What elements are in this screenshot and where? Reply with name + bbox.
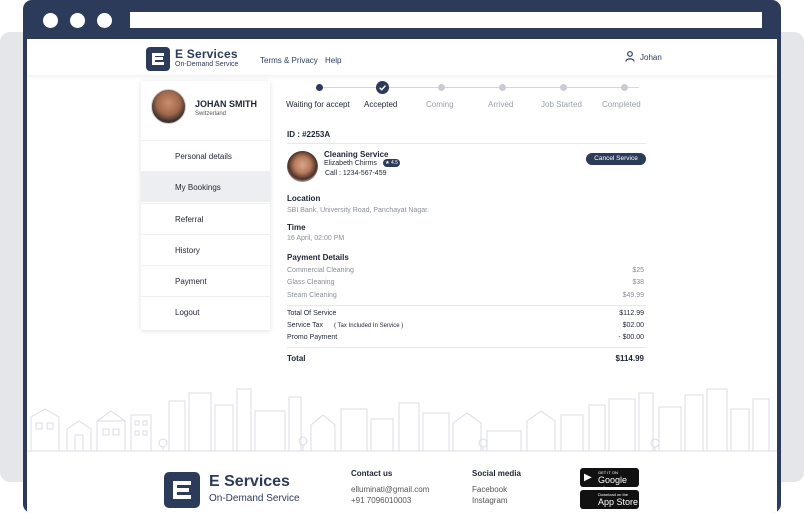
divider <box>287 305 646 306</box>
sidebar-item-referral[interactable]: Referral <box>141 203 270 234</box>
step-dot <box>499 84 506 91</box>
nav-help[interactable]: Help <box>325 56 341 65</box>
rating-value: 4.5 <box>390 160 398 166</box>
divider <box>287 143 646 144</box>
total-of-service-label: Total Of Service <box>287 310 337 317</box>
worker-phone[interactable]: Call : 1234-567-459 <box>325 170 387 177</box>
sidebar: JOHAN SMITH Switzerland Personal details… <box>141 81 270 330</box>
step-dot <box>438 84 445 91</box>
worker-name: Elizabeth Chirms <box>324 160 377 167</box>
user-icon[interactable] <box>625 51 635 62</box>
top-header: E Services On-Demand Service Terms & Pri… <box>27 39 777 75</box>
contact-email[interactable]: elluminati@gmail.com <box>351 485 429 494</box>
step-arrived: Arrived <box>488 100 514 109</box>
payment-details-label: Payment Details <box>287 253 349 262</box>
time-label: Time <box>287 223 306 232</box>
total-of-service-value: $112.99 <box>619 310 644 317</box>
service-tax-value: $02.00 <box>622 322 644 329</box>
profile-name: JOHAN SMITH <box>195 99 258 109</box>
service-tax-note: ( Tax Included In Service ) <box>334 323 404 329</box>
app-store-badge[interactable]: Download on the App Store <box>580 490 639 509</box>
sidebar-item-logout[interactable]: Logout <box>141 296 270 327</box>
window-dot <box>43 13 58 28</box>
step-completed: Completed <box>602 100 641 109</box>
social-heading: Social media <box>472 469 521 478</box>
service-tax-label: Service Tax <box>287 322 324 329</box>
contact-phone[interactable]: +91 7096010003 <box>351 496 411 505</box>
location-label: Location <box>287 194 321 203</box>
promo-value: - $00.00 <box>618 334 644 341</box>
location-value: SBI Bank, University Road, Panchayat Nag… <box>287 207 430 214</box>
step-accepted: Accepted <box>364 100 398 109</box>
total-label: Total <box>287 354 306 363</box>
total-value: $114.99 <box>615 354 644 363</box>
footer-brand-title: E Services <box>209 473 290 490</box>
footer-brand-subtitle: On-Demand Service <box>209 493 300 504</box>
sidebar-item-personal-details[interactable]: Personal details <box>141 140 270 171</box>
progress-line <box>319 87 639 88</box>
header-user-name[interactable]: Johan <box>640 53 662 62</box>
line-item-name: Glass Cleaning <box>287 279 335 286</box>
divider <box>287 347 646 348</box>
line-item-price: $49.99 <box>622 292 644 299</box>
window-dot <box>70 13 85 28</box>
page: E Services On-Demand Service Terms & Pri… <box>27 39 777 513</box>
nav-terms[interactable]: Terms & Privacy <box>260 56 318 65</box>
step-waiting: Waiting for accept <box>286 100 350 109</box>
line-item-price: $38 <box>632 279 644 286</box>
social-instagram[interactable]: Instagram <box>472 496 508 505</box>
play-icon: ▶ <box>584 472 592 483</box>
footer-logo-icon[interactable] <box>164 472 200 508</box>
footer: E Services On-Demand Service Contact us … <box>27 455 777 513</box>
browser-window: E Services On-Demand Service Terms & Pri… <box>23 0 781 513</box>
sidebar-item-payment[interactable]: Payment <box>141 265 270 296</box>
address-bar[interactable] <box>130 12 762 28</box>
google-play-badge[interactable]: ▶ GET IT ON Google play <box>580 468 639 495</box>
avatar <box>151 89 186 124</box>
social-facebook[interactable]: Facebook <box>472 485 507 494</box>
promo-label: Promo Payment <box>287 334 338 341</box>
profile-country: Switzerland <box>195 111 227 117</box>
contact-heading: Contact us <box>351 469 393 478</box>
brand-subtitle: On-Demand Service <box>175 61 239 68</box>
window-dot <box>97 13 112 28</box>
step-coming: Coming <box>426 100 454 109</box>
step-dot <box>560 84 567 91</box>
sidebar-item-my-bookings[interactable]: My Bookings <box>141 171 270 202</box>
logo-icon[interactable] <box>146 47 170 71</box>
time-value: 16 April, 02:00 PM <box>287 235 345 242</box>
line-item-name: Commercial Cleaning <box>287 267 354 274</box>
line-item-name: Steam Cleaning <box>287 292 337 299</box>
line-item-price: $25 <box>632 267 644 274</box>
step-dot <box>621 84 628 91</box>
brand-title: E Services <box>175 47 238 61</box>
sidebar-item-history[interactable]: History <box>141 234 270 265</box>
rating-badge: ★ 4.5 <box>383 159 400 167</box>
check-icon <box>376 81 389 94</box>
service-name: Cleaning Service <box>324 150 389 159</box>
booking-id: ID : #2253A <box>287 130 331 139</box>
worker-avatar <box>287 151 318 182</box>
step-dot <box>316 84 323 91</box>
city-skyline-illustration <box>27 388 777 452</box>
step-job-started: Job Started <box>541 100 582 109</box>
cancel-service-button[interactable]: Cancel Service <box>586 153 646 165</box>
apple-big-text: App Store <box>598 497 639 507</box>
